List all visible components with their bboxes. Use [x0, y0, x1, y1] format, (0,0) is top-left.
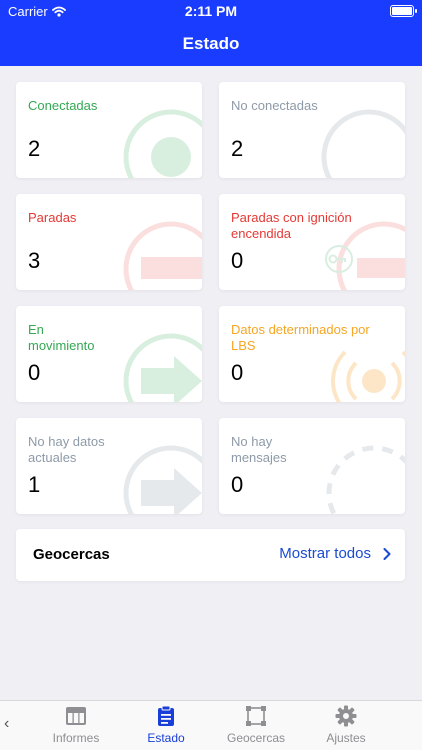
- card-label: No conectadas: [231, 98, 318, 113]
- card-count: 0: [28, 360, 41, 385]
- card-not-connected[interactable]: No conectadas 2: [219, 82, 405, 178]
- card-moving[interactable]: En movimiento 0: [16, 306, 202, 402]
- battery-icon: [390, 5, 417, 17]
- tab-estado[interactable]: Estado: [121, 703, 211, 749]
- card-label: No hay mensajes: [231, 434, 287, 465]
- card-label: No hay datos actuales: [28, 434, 105, 465]
- status-dashboard: Conectadas 2 No conectadas 2 Paradas 3 P…: [0, 66, 422, 700]
- navigation-bar: Estado: [0, 22, 422, 66]
- page-title: Estado: [182, 34, 240, 53]
- card-count: 0: [231, 472, 244, 497]
- tab-label: Geocercas: [226, 731, 286, 745]
- geofences-card: Geocercas Mostrar todos: [16, 529, 405, 581]
- disconnected-circle-icon: [321, 109, 405, 178]
- card-label: En movimiento: [28, 322, 95, 353]
- card-count: 1: [28, 472, 41, 497]
- tab-label: Estado: [147, 731, 185, 745]
- stopped-icon: [123, 221, 202, 290]
- connected-circle-icon: [123, 109, 202, 178]
- card-label: Paradas: [28, 210, 77, 225]
- clipboard-icon: [158, 705, 174, 726]
- card-label: Datos determinados por LBS: [231, 322, 370, 353]
- chevron-right-icon: [383, 547, 391, 560]
- clock: 2:11 PM: [184, 3, 238, 19]
- tab-label: Informes: [52, 731, 100, 745]
- tab-geocercas[interactable]: Geocercas: [211, 703, 301, 749]
- tab-label: Ajustes: [326, 731, 366, 745]
- chevron-left-icon[interactable]: ‹: [4, 715, 9, 733]
- card-count: 2: [231, 136, 244, 161]
- card-count: 2: [28, 136, 41, 161]
- reports-table-icon: [66, 707, 86, 725]
- card-count: 3: [28, 248, 41, 273]
- card-stopped[interactable]: Paradas 3: [16, 194, 202, 290]
- card-no-current-data[interactable]: No hay datos actuales 1: [16, 418, 202, 514]
- gear-icon: [335, 705, 357, 727]
- status-bar: Carrier 2:11 PM: [0, 0, 422, 22]
- show-all-geofences-link[interactable]: Mostrar todos: [279, 545, 391, 562]
- card-connected[interactable]: Conectadas 2: [16, 82, 202, 178]
- card-lbs-data[interactable]: Datos determinados por LBS 0: [219, 306, 405, 402]
- card-no-messages[interactable]: No hay mensajes 0: [219, 418, 405, 514]
- card-stopped-ignition-on[interactable]: Paradas con ignición encendida 0: [219, 194, 405, 290]
- geofence-square-icon: [246, 706, 266, 726]
- card-count: 0: [231, 360, 244, 385]
- no-data-arrow-icon: [123, 445, 202, 514]
- tab-ajustes[interactable]: Ajustes: [301, 703, 391, 749]
- show-all-label: Mostrar todos: [279, 545, 371, 562]
- tab-informes[interactable]: Informes: [31, 703, 121, 749]
- lbs-signal-icon: [331, 350, 405, 402]
- ignition-key-icon: [325, 221, 405, 290]
- card-label: Paradas con ignición encendida: [231, 210, 352, 241]
- card-label: Conectadas: [28, 98, 98, 113]
- geofences-title: Geocercas: [33, 546, 110, 563]
- no-messages-dashed-circle-icon: [326, 445, 405, 514]
- tab-bar: ‹ Informes Estado Geocercas Ajustes: [0, 700, 422, 750]
- card-count: 0: [231, 248, 244, 273]
- moving-arrow-icon: [123, 333, 202, 402]
